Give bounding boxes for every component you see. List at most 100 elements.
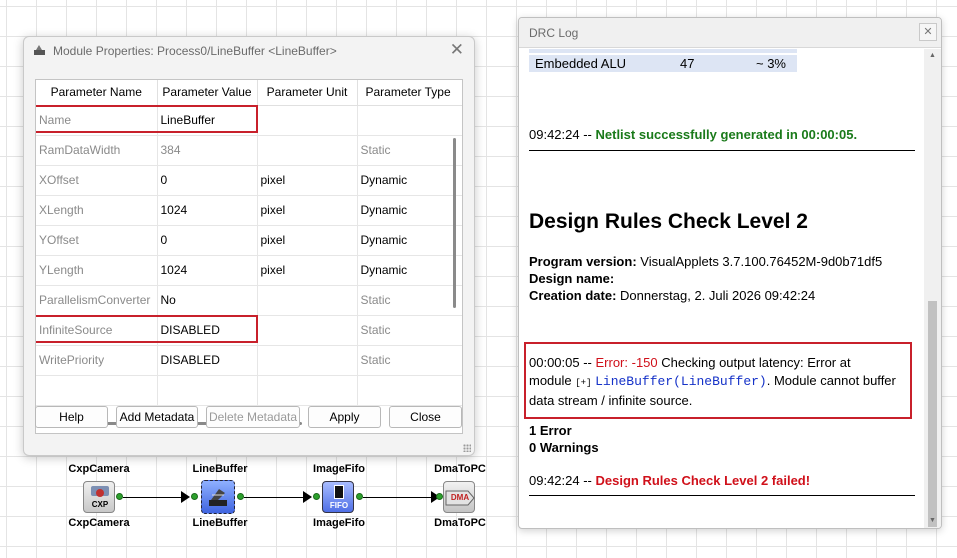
node-label-top: DmaToPC — [434, 463, 486, 475]
param-value[interactable]: DISABLED — [157, 345, 258, 376]
drc-titlebar[interactable]: DRC Log ✕ — [519, 18, 941, 48]
column-header[interactable]: Parameter Name — [36, 80, 158, 106]
param-name: XOffset — [36, 165, 158, 196]
table-row[interactable]: XLength 1024 pixel Dynamic — [36, 195, 462, 226]
table-row[interactable]: WritePriority DISABLED Static — [36, 345, 462, 376]
table-row[interactable]: XOffset 0 pixel Dynamic — [36, 165, 462, 196]
program-version-line: Program version: VisualApplets 3.7.100.7… — [529, 254, 882, 269]
error-message: 00:00:05 -- Error: -150 Checking output … — [529, 354, 909, 410]
node-label-top: CxpCamera — [68, 463, 130, 475]
dialog-titlebar[interactable]: Module Properties: Process0/LineBuffer <… — [24, 37, 474, 65]
param-type: Static — [357, 135, 462, 166]
param-name: RamDataWidth — [36, 135, 158, 166]
drc-heading: Design Rules Check Level 2 — [529, 210, 808, 233]
dma-to-pc-node[interactable]: DMA — [443, 481, 475, 513]
drc-log-content: Embedded ALU 47 ~ 3% 09:42:24 -- Netlist… — [519, 49, 925, 528]
param-unit — [257, 345, 358, 376]
close-icon[interactable]: ✕ — [919, 23, 937, 41]
param-value[interactable]: LineBuffer — [157, 105, 258, 136]
param-value[interactable]: 0 — [157, 165, 258, 196]
resource-name: Embedded ALU — [535, 56, 627, 71]
param-value[interactable]: No — [157, 285, 258, 316]
error-text: Checking output latency: Error at — [661, 355, 851, 370]
param-name: Name — [36, 105, 158, 136]
param-value[interactable]: 384 — [157, 135, 258, 166]
connection-wire — [244, 497, 306, 498]
param-type: Dynamic — [357, 255, 462, 286]
design-name-label: Design name: — [529, 271, 615, 286]
resource-count: 47 — [680, 56, 695, 71]
drc-title: DRC Log — [529, 26, 579, 40]
drc-vertical-scrollbar[interactable]: ▲ ▼ — [924, 49, 941, 528]
column-header[interactable]: Parameter Unit — [257, 80, 358, 106]
arrow-icon — [303, 491, 312, 503]
param-unit: pixel — [257, 225, 358, 256]
add-metadata-button[interactable]: Add Metadata — [116, 406, 198, 428]
netlist-line: 09:42:24 -- Netlist successfully generat… — [529, 127, 857, 142]
delete-metadata-button[interactable]: Delete Metadata — [206, 406, 300, 428]
line-buffer-node[interactable] — [201, 480, 235, 514]
image-fifo-node[interactable]: FIFO — [322, 481, 354, 513]
cxp-camera-node[interactable]: CXP — [83, 481, 115, 513]
output-port[interactable] — [237, 493, 244, 500]
input-port[interactable] — [313, 493, 320, 500]
netlist-message: Netlist successfully generated in 00:00:… — [595, 127, 858, 142]
param-value[interactable]: DISABLED — [157, 315, 258, 346]
drc-log-window: DRC Log ✕ Embedded ALU 47 ~ 3% 09:42:24 … — [518, 17, 942, 529]
node-label-bottom: CxpCamera — [68, 517, 130, 529]
program-version-value: VisualApplets 3.7.100.76452M-9d0b71df5 — [640, 254, 883, 269]
drc-failed-message: Design Rules Check Level 2 failed! — [595, 473, 811, 488]
timestamp: 09:42:24 -- — [529, 127, 592, 142]
node-label-bottom: ImageFifo — [313, 517, 365, 529]
warnings-count: 0 Warnings — [529, 440, 599, 455]
scroll-down-icon[interactable]: ▼ — [924, 514, 941, 528]
param-type: Dynamic — [357, 195, 462, 226]
input-port[interactable] — [191, 493, 198, 500]
creation-date-value: Donnerstag, 2. Juli 2026 09:42:24 — [620, 288, 816, 303]
param-unit: pixel — [257, 165, 358, 196]
param-value[interactable]: 1024 — [157, 255, 258, 286]
output-port[interactable] — [356, 493, 363, 500]
param-name: ParallelismConverter — [36, 285, 158, 316]
input-port[interactable] — [436, 493, 443, 500]
apply-button[interactable]: Apply — [308, 406, 381, 428]
table-row[interactable]: YOffset 0 pixel Dynamic — [36, 225, 462, 256]
param-value[interactable]: 1024 — [157, 195, 258, 226]
column-header[interactable]: Parameter Type — [357, 80, 462, 106]
table-row[interactable]: InfiniteSource DISABLED Static — [36, 315, 462, 346]
error-code: Error: -150 — [595, 355, 658, 370]
module-icon — [34, 45, 45, 55]
node-label-bottom: LineBuffer — [192, 517, 248, 529]
resize-grip[interactable] — [463, 444, 471, 452]
expand-toggle[interactable]: [+] — [575, 378, 591, 388]
table-row[interactable]: YLength 1024 pixel Dynamic — [36, 255, 462, 286]
help-button[interactable]: Help — [35, 406, 108, 428]
node-label-top: LineBuffer — [192, 463, 248, 475]
param-value[interactable]: 0 — [157, 225, 258, 256]
param-type: Static — [357, 345, 462, 376]
param-name: WritePriority — [36, 345, 158, 376]
vertical-scrollbar[interactable] — [453, 138, 456, 308]
errors-count: 1 Error — [529, 423, 572, 438]
timestamp: 00:00:05 -- — [529, 355, 592, 370]
table-row[interactable]: Name LineBuffer — [36, 105, 462, 136]
error-module-link[interactable]: LineBuffer(LineBuffer) — [595, 374, 767, 389]
scroll-up-icon[interactable]: ▲ — [924, 49, 941, 63]
column-header[interactable]: Parameter Value — [157, 80, 258, 106]
output-port[interactable] — [116, 493, 123, 500]
creation-date-label: Creation date: — [529, 288, 617, 303]
table-row[interactable]: ParallelismConverter No Static — [36, 285, 462, 316]
program-version-label: Program version: — [529, 254, 637, 269]
close-icon[interactable]: ✕ — [450, 40, 464, 60]
error-module-prefix: module — [529, 373, 572, 388]
table-row[interactable]: RamDataWidth 384 Static — [36, 135, 462, 166]
table-row — [36, 375, 462, 406]
close-button[interactable]: Close — [389, 406, 462, 428]
fifo-icon-text: FIFO — [329, 501, 349, 510]
param-name: InfiniteSource — [36, 315, 158, 346]
arrow-icon — [181, 491, 190, 503]
line-buffer-icon — [209, 489, 227, 506]
design-name-line: Design name: — [529, 271, 614, 286]
scrollbar-thumb[interactable] — [928, 301, 937, 527]
param-unit: pixel — [257, 255, 358, 286]
